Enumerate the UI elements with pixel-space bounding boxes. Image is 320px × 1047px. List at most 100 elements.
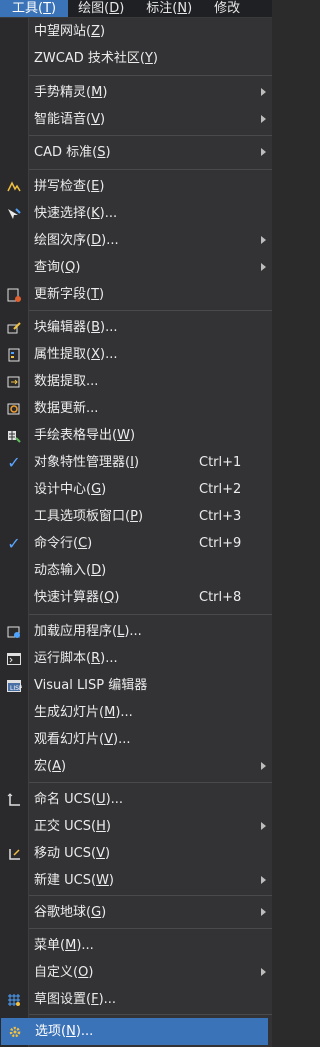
- spell-check-icon: [6, 179, 22, 195]
- menu-separator: [29, 169, 272, 170]
- menu-item-27[interactable]: 宏(A): [0, 753, 272, 780]
- menu-item-shortcut: Ctrl+3: [199, 509, 242, 524]
- menu-item-33[interactable]: 菜单(M)...: [0, 932, 272, 959]
- menu-item-29[interactable]: 正交 UCS(H): [0, 813, 272, 840]
- menu-item-18[interactable]: 工具选项板窗口(P) Ctrl+3: [0, 503, 272, 530]
- menu-item-label: 自定义(O): [34, 965, 94, 980]
- submenu-arrow-icon: [261, 876, 266, 884]
- menubar-item-4[interactable]: 修改: [204, 0, 252, 17]
- menu-separator: [29, 928, 272, 929]
- menu-item-label: 中望网站(Z): [34, 24, 106, 39]
- menu-item-30[interactable]: 移动 UCS(V): [0, 840, 272, 867]
- lisp-editor-icon: LISP: [6, 678, 22, 694]
- menubar-item-label: 绘图(: [78, 1, 110, 16]
- menu-item-label: 智能语音(V): [34, 112, 106, 127]
- menu-item-shortcut: Ctrl+1: [199, 455, 242, 470]
- menubar-item-3[interactable]: 标注(N): [136, 0, 204, 17]
- menu-item-label: 快速选择(K)...: [34, 206, 118, 221]
- menu-separator: [29, 135, 272, 136]
- menu-item-label: 工具选项板窗口(P): [34, 509, 144, 524]
- menu-item-7[interactable]: 快速选择(K)...: [0, 200, 272, 227]
- block-editor-icon: [6, 320, 22, 336]
- menu-item-label: 手绘表格导出(W): [34, 428, 136, 443]
- menu-item-14[interactable]: 数据更新...: [0, 395, 272, 422]
- menu-item-shortcut: Ctrl+8: [199, 590, 242, 605]
- data-extract-icon: [6, 374, 22, 390]
- menu-item-15[interactable]: 手绘表格导出(W): [0, 422, 272, 449]
- menu-item-shortcut: Ctrl+9: [199, 536, 242, 551]
- menu-item-10[interactable]: 更新字段(T): [0, 281, 272, 308]
- tools-dropdown-menu: 中望网站(Z) ZWCAD 技术社区(Y) 手势精灵(M) 智能语音(V) CAD 标准…: [0, 18, 272, 1047]
- menu-item-23[interactable]: 运行脚本(R)...: [0, 645, 272, 672]
- quick-select-icon: [6, 206, 22, 222]
- menu-item-13[interactable]: 数据提取...: [0, 368, 272, 395]
- menu-item-34[interactable]: 自定义(O): [0, 959, 272, 986]
- menu-item-label: 草图设置(F)...: [34, 992, 117, 1007]
- checkmark-icon: ✓: [7, 534, 21, 553]
- menu-item-24[interactable]: LISP Visual LISP 编辑器: [0, 672, 272, 699]
- menu-item-label: 命名 UCS(U)...: [34, 792, 124, 807]
- menu-item-5[interactable]: CAD 标准(S): [0, 139, 272, 166]
- menu-item-3[interactable]: 手势精灵(M): [0, 79, 272, 106]
- menu-item-label: CAD 标准(S): [34, 145, 111, 160]
- menu-item-9[interactable]: 查询(Q): [0, 254, 272, 281]
- menu-item-31[interactable]: 新建 UCS(W): [0, 867, 272, 894]
- submenu-arrow-icon: [261, 762, 266, 770]
- menu-item-label: 手势精灵(M): [34, 85, 108, 100]
- menu-item-22[interactable]: 加载应用程序(L)...: [0, 618, 272, 645]
- menu-item-label: 宏(A): [34, 759, 67, 774]
- menu-item-8[interactable]: 绘图次序(D)...: [0, 227, 272, 254]
- menubar-item-accelerator: T: [43, 1, 52, 16]
- submenu-arrow-icon: [261, 968, 266, 976]
- menubar-item-2[interactable]: 绘图(D): [68, 0, 136, 17]
- attribute-extract-icon: [6, 347, 22, 363]
- menu-item-28[interactable]: 命名 UCS(U)...: [0, 786, 272, 813]
- menubar-item-accelerator: D: [109, 1, 120, 16]
- svg-text:LISP: LISP: [10, 685, 22, 692]
- menu-item-2[interactable]: ZWCAD 技术社区(Y): [0, 45, 272, 72]
- menu-item-12[interactable]: 属性提取(X)...: [0, 341, 272, 368]
- checkmark-icon: ✓: [7, 453, 21, 472]
- menubar-item-label: 标注(: [146, 1, 178, 16]
- menu-item-label: 数据提取...: [34, 374, 99, 389]
- menu-item-label: 谷歌地球(G): [34, 905, 107, 920]
- submenu-arrow-icon: [261, 908, 266, 916]
- menu-item-label: 动态输入(D): [34, 563, 107, 578]
- menu-item-16[interactable]: ✓ 对象特性管理器(I) Ctrl+1: [0, 449, 272, 476]
- menu-item-11[interactable]: 块编辑器(B)...: [0, 314, 272, 341]
- menu-item-17[interactable]: 设计中心(G) Ctrl+2: [0, 476, 272, 503]
- menu-item-label: 属性提取(X)...: [34, 347, 118, 362]
- menubar-item-1[interactable]: 工具(T): [0, 0, 69, 17]
- menu-separator: [29, 1014, 272, 1015]
- menu-bar: 工具(T) 绘图(D) 标注(N) 修改: [0, 0, 272, 18]
- menu-item-label: Visual LISP 编辑器: [34, 678, 148, 693]
- menu-item-label: 数据更新...: [34, 401, 99, 416]
- table-export-icon: [6, 428, 22, 444]
- menu-item-label: 加载应用程序(L)...: [34, 624, 142, 639]
- menu-item-32[interactable]: 谷歌地球(G): [0, 899, 272, 926]
- menu-item-1[interactable]: 中望网站(Z): [0, 18, 272, 45]
- menu-item-4[interactable]: 智能语音(V): [0, 106, 272, 133]
- menu-item-label: 快速计算器(Q): [34, 590, 120, 605]
- submenu-arrow-icon: [261, 148, 266, 156]
- menu-item-35[interactable]: 草图设置(F)...: [0, 986, 272, 1013]
- menu-item-shortcut: Ctrl+2: [199, 482, 242, 497]
- menu-item-6[interactable]: 拼写检查(E): [0, 173, 272, 200]
- data-update-icon: [6, 401, 22, 417]
- menu-item-19[interactable]: ✓ 命令行(C) Ctrl+9: [0, 530, 272, 557]
- menu-item-36[interactable]: 选项(N)...: [1, 1018, 268, 1045]
- menu-item-21[interactable]: 快速计算器(Q) Ctrl+8: [0, 584, 272, 611]
- menu-item-label: 移动 UCS(V): [34, 846, 111, 861]
- run-script-icon: [6, 651, 22, 667]
- load-app-icon: [6, 624, 22, 640]
- menu-item-26[interactable]: 观看幻灯片(V)...: [0, 726, 272, 753]
- drafting-settings-icon: [6, 992, 22, 1008]
- menubar-item-paren: ): [187, 1, 193, 16]
- menu-separator: [29, 782, 272, 783]
- submenu-arrow-icon: [261, 88, 266, 96]
- menu-item-label: 正交 UCS(H): [34, 819, 111, 834]
- menu-item-label: 拼写检查(E): [34, 179, 105, 194]
- menu-item-20[interactable]: 动态输入(D): [0, 557, 272, 584]
- menu-item-25[interactable]: 生成幻灯片(M)...: [0, 699, 272, 726]
- menu-separator: [29, 614, 272, 615]
